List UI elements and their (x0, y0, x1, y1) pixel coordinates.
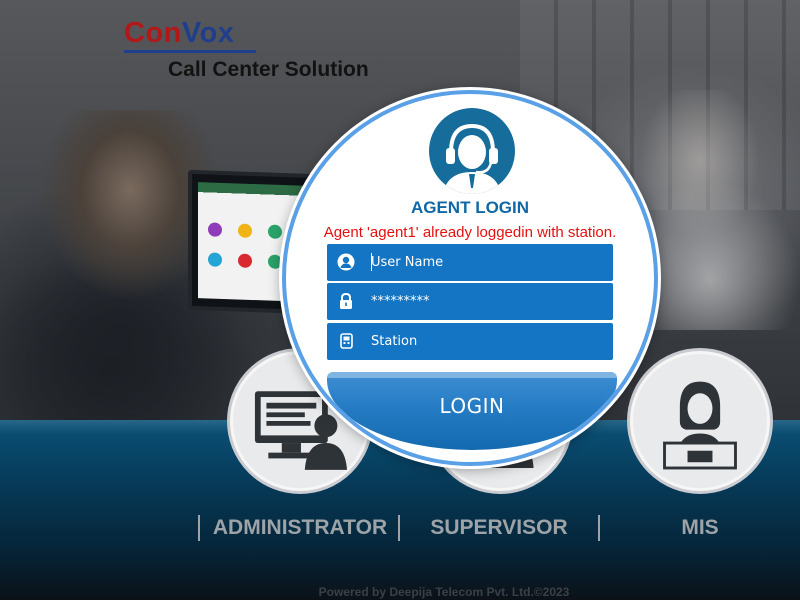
brand-logo: ConVox Call Center Solution (124, 16, 369, 81)
username-field[interactable] (327, 244, 613, 281)
agent-login-panel: AGENT LOGIN Agent 'agent1' already logge… (282, 90, 658, 466)
role-label-administrator[interactable]: ADMINISTRATOR (210, 515, 390, 541)
phone-icon (340, 333, 353, 349)
lock-icon (340, 292, 352, 309)
brand-name: ConVox (124, 16, 256, 53)
role-label-mis[interactable]: MIS (610, 515, 790, 541)
text-caret (371, 253, 372, 271)
station-input[interactable] (371, 323, 607, 360)
mis-laptop-user-icon (663, 381, 737, 470)
username-input[interactable] (371, 244, 607, 281)
brand-tagline: Call Center Solution (168, 58, 369, 81)
role-mis-tile[interactable] (627, 348, 773, 494)
password-field[interactable] (327, 283, 613, 320)
agent-headset-icon (429, 108, 515, 194)
brand-name-vox: Vox (181, 17, 235, 49)
login-error-message: Agent 'agent1' already loggedin with sta… (323, 224, 617, 241)
agent-login-title: AGENT LOGIN (410, 198, 530, 217)
station-field[interactable] (327, 323, 613, 360)
footer-copyright: Powered by Deepija Telecom Pvt. Ltd.©202… (318, 585, 570, 599)
role-divider (198, 515, 200, 541)
role-divider (598, 515, 600, 541)
role-label-supervisor[interactable]: SUPERVISOR (410, 515, 588, 541)
brand-name-con: Con (124, 17, 182, 49)
login-button-label: LOGIN (439, 394, 505, 418)
user-icon (337, 253, 355, 271)
password-input[interactable] (371, 283, 607, 320)
role-divider (398, 515, 400, 541)
